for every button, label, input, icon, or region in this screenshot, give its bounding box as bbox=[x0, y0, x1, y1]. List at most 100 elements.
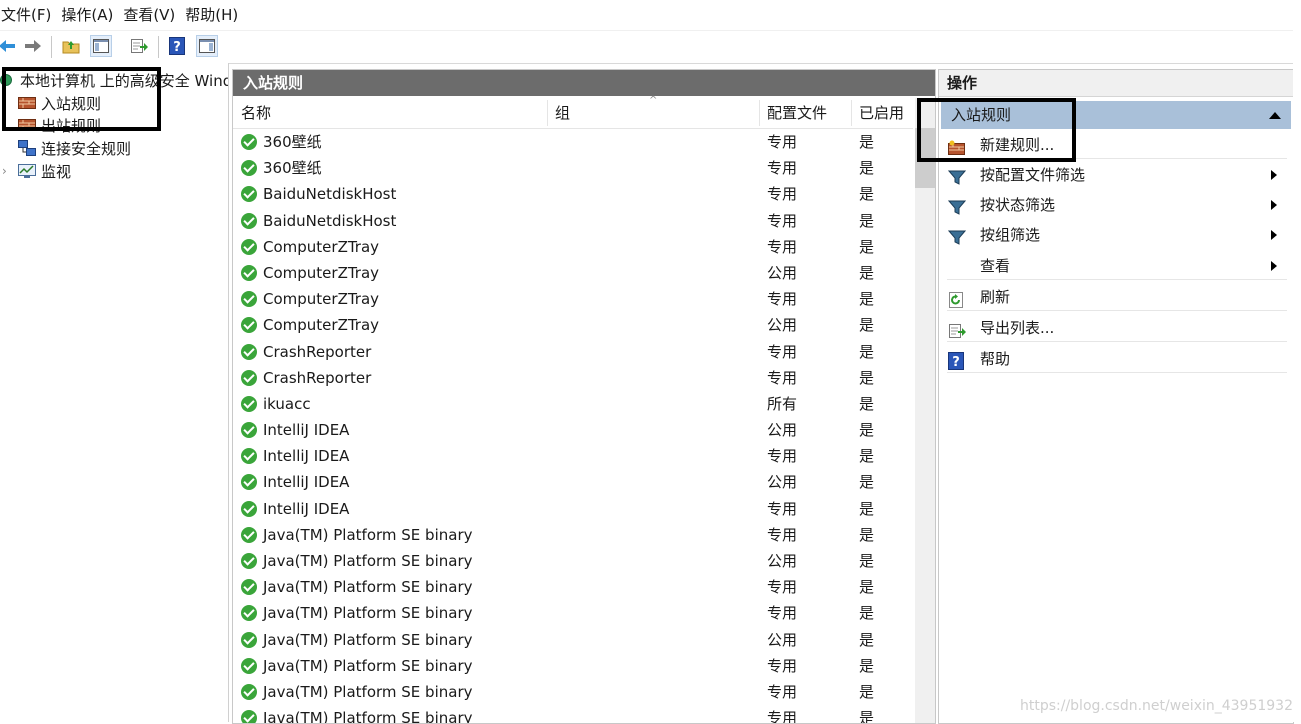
menu-file[interactable]: 文件(F) bbox=[0, 0, 61, 30]
svg-text:?: ? bbox=[952, 355, 960, 370]
table-row[interactable]: CrashReporter 专用 是 bbox=[233, 365, 913, 391]
rule-enabled: 是 bbox=[859, 709, 875, 724]
table-row[interactable]: Java(TM) Platform SE binary 专用 是 bbox=[233, 653, 913, 679]
actions-group-label: 入站规则 bbox=[951, 106, 1012, 124]
enabled-check-icon bbox=[241, 579, 257, 596]
enabled-check-icon bbox=[241, 369, 257, 386]
table-row[interactable]: ComputerZTray 专用 是 bbox=[233, 286, 913, 312]
rule-enabled: 是 bbox=[859, 263, 875, 282]
rule-profile: 公用 bbox=[767, 473, 798, 492]
window-edge bbox=[1293, 30, 1301, 722]
rule-enabled: 是 bbox=[859, 630, 875, 649]
actions-pane-title: 操作 bbox=[939, 70, 1293, 97]
up-folder-icon[interactable] bbox=[60, 35, 82, 57]
rule-name: IntelliJ IDEA bbox=[263, 499, 350, 518]
outbound-rules-icon bbox=[18, 119, 36, 131]
filter-icon bbox=[947, 197, 967, 215]
rule-enabled: 是 bbox=[859, 656, 875, 675]
table-row[interactable]: Java(TM) Platform SE binary 专用 是 bbox=[233, 705, 913, 724]
rule-enabled: 是 bbox=[859, 552, 875, 570]
rule-enabled: 是 bbox=[859, 211, 875, 230]
rule-name: ikuacc bbox=[263, 394, 311, 413]
rule-profile: 专用 bbox=[767, 368, 798, 387]
rule-enabled: 是 bbox=[859, 394, 875, 413]
refresh-icon bbox=[948, 289, 966, 308]
firewall-globe-icon bbox=[0, 74, 12, 86]
connection-security-icon bbox=[18, 140, 36, 156]
action-item[interactable]: 按组筛选 bbox=[939, 221, 1289, 249]
tree-item-outbound-rules[interactable]: 出站规则 bbox=[18, 114, 101, 136]
menu-action[interactable]: 操作(A) bbox=[61, 0, 123, 30]
action-item[interactable]: 导出列表... bbox=[939, 314, 1289, 342]
properties-pane-icon[interactable] bbox=[196, 35, 218, 57]
action-item[interactable]: 新建规则... bbox=[939, 131, 1289, 159]
back-icon[interactable] bbox=[0, 35, 18, 57]
table-row[interactable]: 360壁纸 专用 是 bbox=[233, 129, 913, 155]
action-item[interactable]: 按状态筛选 bbox=[939, 191, 1289, 219]
table-row[interactable]: Java(TM) Platform SE binary 专用 是 bbox=[233, 574, 913, 600]
rule-name: Java(TM) Platform SE binary bbox=[263, 630, 473, 649]
enabled-check-icon bbox=[241, 134, 257, 150]
enabled-check-icon bbox=[241, 343, 257, 360]
table-row[interactable]: BaiduNetdiskHost 专用 是 bbox=[233, 181, 913, 207]
vertical-scrollbar[interactable] bbox=[915, 98, 935, 723]
tree-item-inbound-rules[interactable]: 入站规则 bbox=[18, 92, 101, 114]
scrollbar-thumb[interactable] bbox=[915, 128, 935, 188]
table-row[interactable]: IntelliJ IDEA 公用 是 bbox=[233, 469, 913, 495]
rule-name: Java(TM) Platform SE binary bbox=[263, 552, 473, 570]
tree-item-label: 连接安全规则 bbox=[41, 139, 132, 158]
help-icon[interactable]: ? bbox=[166, 35, 188, 57]
menu-view[interactable]: 查看(V) bbox=[123, 0, 185, 30]
submenu-arrow-icon bbox=[1271, 230, 1277, 240]
chevron-right-icon[interactable]: › bbox=[2, 164, 13, 178]
action-label: 帮助 bbox=[980, 350, 1011, 368]
table-row[interactable]: ComputerZTray 公用 是 bbox=[233, 312, 913, 338]
table-row[interactable]: 360壁纸 专用 是 bbox=[233, 155, 913, 181]
table-row[interactable]: IntelliJ IDEA 专用 是 bbox=[233, 496, 913, 522]
action-item[interactable]: 刷新 bbox=[939, 283, 1289, 311]
rule-name: 360壁纸 bbox=[263, 133, 322, 151]
enabled-check-icon bbox=[241, 212, 257, 229]
table-row[interactable]: ComputerZTray 专用 是 bbox=[233, 234, 913, 260]
export-list-icon[interactable] bbox=[128, 35, 150, 57]
tree-item-monitoring[interactable]: › 监视 bbox=[2, 160, 71, 182]
table-row[interactable]: Java(TM) Platform SE binary 公用 是 bbox=[233, 548, 913, 574]
enabled-check-icon bbox=[241, 526, 257, 543]
table-row[interactable]: Java(TM) Platform SE binary 专用 是 bbox=[233, 679, 913, 705]
table-row[interactable]: Java(TM) Platform SE binary 专用 是 bbox=[233, 600, 913, 626]
action-label: 按组筛选 bbox=[980, 226, 1041, 244]
table-row[interactable]: ikuacc 所有 是 bbox=[233, 391, 913, 417]
collapse-up-icon[interactable] bbox=[1269, 112, 1281, 119]
actions-group-inbound-rules[interactable]: 入站规则 bbox=[941, 101, 1291, 129]
table-row[interactable]: IntelliJ IDEA 专用 是 bbox=[233, 443, 913, 469]
show-hide-tree-icon[interactable] bbox=[90, 35, 112, 57]
column-name[interactable]: 名称 bbox=[233, 98, 547, 128]
rule-profile: 所有 bbox=[767, 394, 798, 413]
action-label: 新建规则... bbox=[980, 136, 1055, 154]
navigation-tree: 本地计算机 上的高级安全 Windows 入站规则 出站规则 连接安全规则 › … bbox=[0, 63, 229, 722]
watermark: https://blog.csdn.net/weixin_43951932 bbox=[1019, 698, 1293, 714]
table-row[interactable]: ComputerZTray 公用 是 bbox=[233, 260, 913, 286]
rule-profile: 公用 bbox=[767, 552, 798, 570]
forward-icon[interactable] bbox=[22, 35, 44, 57]
tree-item-connection-security-rules[interactable]: 连接安全规则 bbox=[18, 137, 131, 159]
rule-profile: 专用 bbox=[767, 604, 798, 623]
action-item[interactable]: ? 帮助 bbox=[939, 345, 1289, 373]
menu-help[interactable]: 帮助(H) bbox=[185, 0, 248, 30]
table-row[interactable]: BaiduNetdiskHost 专用 是 bbox=[233, 208, 913, 234]
rule-name: Java(TM) Platform SE binary bbox=[263, 578, 473, 597]
action-item[interactable]: 查看 bbox=[939, 252, 1289, 280]
rule-enabled: 是 bbox=[859, 447, 875, 466]
column-profile[interactable]: 配置文件 bbox=[759, 98, 851, 128]
column-header: 名称 组 ^ 配置文件 已启用 bbox=[233, 95, 913, 129]
rule-profile: 专用 bbox=[767, 525, 798, 544]
table-row[interactable]: IntelliJ IDEA 公用 是 bbox=[233, 417, 913, 443]
table-row[interactable]: CrashReporter 专用 是 bbox=[233, 339, 913, 365]
table-row[interactable]: Java(TM) Platform SE binary 专用 是 bbox=[233, 522, 913, 548]
tree-root[interactable]: 本地计算机 上的高级安全 Windows bbox=[0, 69, 228, 91]
column-enabled[interactable]: 已启用 bbox=[851, 98, 913, 128]
sort-caret-icon: ^ bbox=[649, 95, 658, 106]
rule-name: ComputerZTray bbox=[263, 316, 380, 335]
table-row[interactable]: Java(TM) Platform SE binary 公用 是 bbox=[233, 627, 913, 653]
action-item[interactable]: 按配置文件筛选 bbox=[939, 161, 1289, 189]
